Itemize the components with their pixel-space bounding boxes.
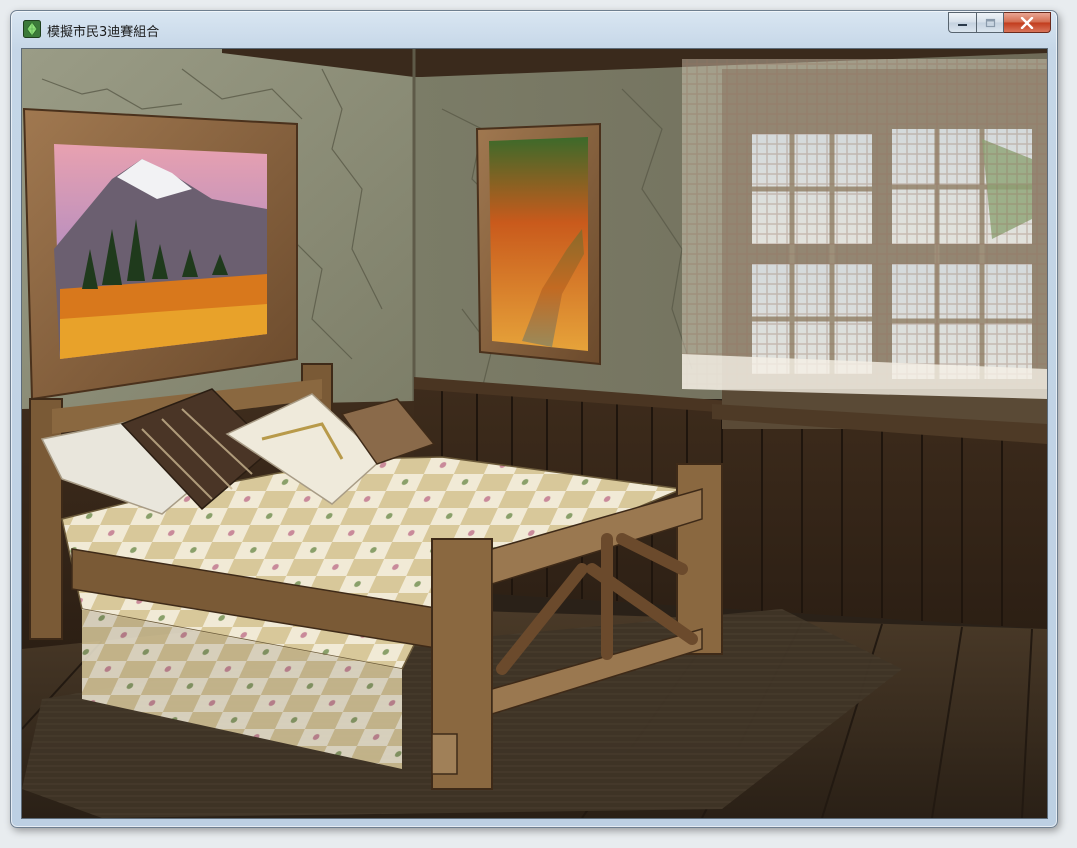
- autumn-path-painting: [475, 122, 601, 366]
- window-title: 模擬市民3迪賽組合: [47, 25, 160, 40]
- game-viewport[interactable]: [21, 48, 1048, 819]
- close-button[interactable]: [1004, 12, 1051, 33]
- window-with-curtains: [682, 59, 1047, 444]
- minimize-icon: [958, 24, 967, 26]
- maximize-button[interactable]: [977, 12, 1004, 33]
- title-bar[interactable]: 模擬市民3迪賽組合: [11, 11, 1057, 49]
- app-window: 模擬市民3迪賽組合: [10, 10, 1058, 828]
- close-icon: [1020, 16, 1034, 29]
- bedroom-scene: [22, 49, 1047, 818]
- plumbob-icon: [23, 20, 41, 38]
- caption-buttons: [948, 12, 1051, 34]
- mountain-painting: [22, 107, 298, 401]
- maximize-icon: [985, 18, 995, 27]
- minimize-button[interactable]: [948, 12, 977, 33]
